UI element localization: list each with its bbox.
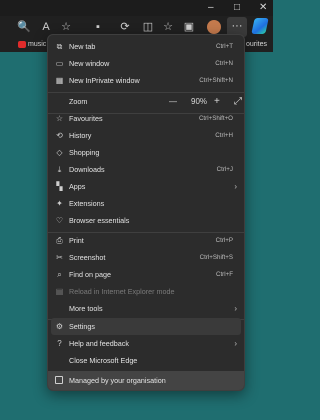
minimize-button[interactable]: – xyxy=(208,2,214,14)
favourite-star-icon[interactable]: ☆ xyxy=(59,20,73,34)
settings-menu: ⧉ New tab Ctrl+T ▭ New window Ctrl+N ▦ N… xyxy=(47,34,245,391)
menu-item-browser-essentials[interactable]: ♡ Browser essentials xyxy=(51,212,241,229)
refresh-icon[interactable]: ⟳ xyxy=(118,20,132,34)
menu-item-apps[interactable]: ▚ Apps › xyxy=(51,178,241,195)
read-aloud-icon[interactable]: A xyxy=(39,20,53,34)
favourite-item-music[interactable]: music xyxy=(28,40,46,50)
printer-icon: ⎙ xyxy=(56,236,63,245)
maximize-button[interactable]: □ xyxy=(234,2,240,14)
favourites-star-icon: ☆ xyxy=(55,114,64,123)
history-icon: ⟲ xyxy=(56,131,63,140)
apps-grid-icon: ▚ xyxy=(56,182,63,191)
menu-item-find-on-page[interactable]: ⌕ Find on page Ctrl+F xyxy=(51,266,241,283)
help-icon: ? xyxy=(57,339,62,348)
chevron-right-icon: › xyxy=(234,304,237,313)
chevron-right-icon: › xyxy=(234,339,237,348)
inprivate-icon: ▦ xyxy=(55,76,64,85)
menu-item-reload-ie-mode: ▤ Reload in Internet Explorer mode xyxy=(55,287,175,296)
favourites-icon[interactable]: ☆ xyxy=(161,20,175,34)
chevron-right-icon: › xyxy=(234,182,237,191)
download-icon: ⤓ xyxy=(57,165,62,174)
profile-avatar[interactable] xyxy=(207,20,221,34)
zoom-icon[interactable]: 🔍 xyxy=(17,20,31,34)
menu-item-history[interactable]: ⟲ History Ctrl+H xyxy=(51,127,241,144)
extensions-icon[interactable]: ▪ xyxy=(91,20,105,34)
menu-item-close-edge[interactable]: Close Microsoft Edge xyxy=(51,352,241,369)
collections-icon[interactable]: ▣ xyxy=(182,20,196,34)
menu-item-print[interactable]: ⎙ Print Ctrl+P xyxy=(51,232,241,249)
menu-item-favourites[interactable]: ☆ Favourites Ctrl+Shift+O xyxy=(51,110,241,127)
ie-mode-icon: ▤ xyxy=(55,287,64,296)
heart-pulse-icon: ♡ xyxy=(55,216,64,225)
menu-item-downloads[interactable]: ⤓ Downloads Ctrl+J xyxy=(51,161,241,178)
menu-item-new-window[interactable]: ▭ New window Ctrl+N xyxy=(51,55,241,72)
managed-by-organisation[interactable]: Managed by your organisation xyxy=(48,371,244,390)
extensions-puzzle-icon: ✦ xyxy=(56,199,63,208)
split-screen-icon[interactable]: ◫ xyxy=(141,20,155,34)
screenshot-icon: ✂ xyxy=(56,253,63,262)
find-icon: ⌕ xyxy=(57,270,62,279)
menu-item-settings[interactable]: ⚙ Settings xyxy=(51,318,241,335)
menu-item-help-and-feedback[interactable]: ? Help and feedback › xyxy=(51,335,241,352)
new-window-icon: ▭ xyxy=(55,59,64,68)
menu-item-shopping[interactable]: ◇ Shopping xyxy=(51,144,241,161)
favourite-item-favourites[interactable]: ourites xyxy=(246,40,267,50)
gear-icon: ⚙ xyxy=(55,322,64,331)
title-bar: – □ ✕ xyxy=(0,0,273,16)
menu-item-screenshot[interactable]: ✂ Screenshot Ctrl+Shift+S xyxy=(51,249,241,266)
menu-item-new-inprivate-window[interactable]: ▦ New InPrivate window Ctrl+Shift+N xyxy=(51,72,241,89)
menu-item-extensions[interactable]: ✦ Extensions xyxy=(51,195,241,212)
menu-item-new-tab[interactable]: ⧉ New tab Ctrl+T xyxy=(51,38,241,55)
close-window-button[interactable]: ✕ xyxy=(259,2,267,14)
shopping-tag-icon: ◇ xyxy=(56,148,63,157)
youtube-icon xyxy=(18,41,26,48)
menu-item-more-tools[interactable]: More tools › xyxy=(51,300,241,317)
briefcase-icon xyxy=(55,376,63,384)
new-tab-icon: ⧉ xyxy=(56,42,63,51)
